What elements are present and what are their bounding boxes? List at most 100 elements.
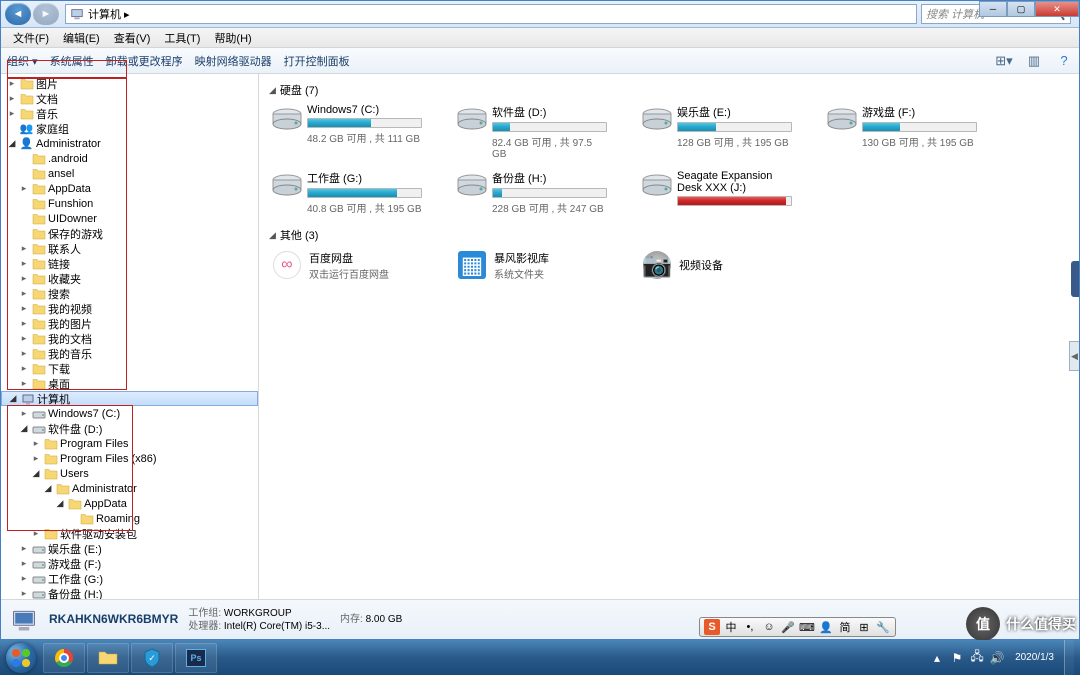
tree-item-links[interactable]: ▸链接 — [1, 256, 258, 271]
expand-icon[interactable]: ▸ — [31, 528, 41, 539]
menu-tools[interactable]: 工具(T) — [158, 28, 206, 48]
tree-item-users[interactable]: ◢Users — [1, 466, 258, 481]
expand-icon[interactable]: ▸ — [19, 558, 29, 569]
expand-icon[interactable]: ▸ — [31, 453, 41, 464]
tree-item-music[interactable]: ▸音乐 — [1, 106, 258, 121]
ime-settings-button[interactable]: 🔧 — [875, 619, 891, 635]
ime-lang-button[interactable]: 中 — [723, 619, 739, 635]
tray-network-icon[interactable]: 🖧 — [969, 650, 985, 666]
drive-item[interactable]: 工作盘 (G:)40.8 GB 可用 , 共 195 GB — [269, 168, 424, 217]
expand-icon[interactable]: ◢ — [43, 483, 53, 494]
maximize-button[interactable]: ▢ — [1007, 1, 1035, 17]
tree-item-softd[interactable]: ◢软件盘 (D:) — [1, 421, 258, 436]
expand-icon[interactable]: ▸ — [19, 363, 29, 374]
expand-icon[interactable]: ◢ — [7, 138, 17, 149]
expand-icon[interactable]: ▸ — [19, 333, 29, 344]
expand-icon[interactable]: ▸ — [19, 273, 29, 284]
tree-item-funshion[interactable]: Funshion — [1, 196, 258, 211]
drive-item[interactable]: 娱乐盘 (E:)128 GB 可用 , 共 195 GB — [639, 102, 794, 162]
start-button[interactable] — [0, 640, 42, 675]
tree-item-homegroup[interactable]: 👥家庭组 — [1, 121, 258, 136]
ime-punct-button[interactable]: •, — [742, 619, 758, 635]
show-desktop-button[interactable] — [1064, 640, 1074, 675]
menu-edit[interactable]: 编辑(E) — [57, 28, 106, 48]
expand-icon[interactable]: ◢ — [55, 498, 65, 509]
tree-item-documents[interactable]: ▸文档 — [1, 91, 258, 106]
expand-icon[interactable]: ▸ — [7, 108, 17, 119]
cmd-mapnet[interactable]: 映射网络驱动器 — [195, 53, 272, 69]
task-photoshop[interactable]: Ps — [175, 643, 217, 673]
side-tab[interactable] — [1071, 261, 1079, 297]
tree-item-administrator[interactable]: ◢👤Administrator — [1, 136, 258, 151]
task-chrome[interactable] — [43, 643, 85, 673]
nav-forward-button[interactable]: ► — [33, 3, 59, 25]
cmd-opencp[interactable]: 打开控制面板 — [284, 53, 350, 69]
tree-item-mypictures[interactable]: ▸我的图片 — [1, 316, 258, 331]
ime-keyboard-button[interactable]: ⌨ — [799, 619, 815, 635]
tree-item-appdata2[interactable]: ◢AppData — [1, 496, 258, 511]
tree-item-workg[interactable]: ▸工作盘 (G:) — [1, 571, 258, 586]
task-security[interactable]: ✓ — [131, 643, 173, 673]
tree-item-ente[interactable]: ▸娱乐盘 (E:) — [1, 541, 258, 556]
collapse-tab[interactable]: ◀ — [1069, 341, 1079, 371]
other-item[interactable]: ▦暴风影视库系统文件夹 — [454, 247, 609, 283]
ime-emoji-button[interactable]: ☺ — [761, 619, 777, 635]
tree-item-search[interactable]: ▸搜索 — [1, 286, 258, 301]
address-bar[interactable]: 计算机 ▸ — [65, 4, 917, 24]
tree-item-appdata[interactable]: ▸AppData — [1, 181, 258, 196]
expand-icon[interactable]: ▸ — [31, 438, 41, 449]
expand-icon[interactable]: ▸ — [19, 243, 29, 254]
expand-icon[interactable]: ◢ — [19, 423, 29, 434]
drive-item[interactable]: Seagate Expansion Desk XXX (J:) — [639, 168, 794, 217]
tree-item-gamef[interactable]: ▸游戏盘 (F:) — [1, 556, 258, 571]
close-button[interactable]: ✕ — [1035, 1, 1079, 17]
expand-icon[interactable]: ▸ — [19, 288, 29, 299]
expand-icon[interactable]: ▸ — [19, 303, 29, 314]
tree-item-admin2[interactable]: ◢Administrator — [1, 481, 258, 496]
expand-icon[interactable]: ▸ — [19, 543, 29, 554]
tree-item-roaming[interactable]: Roaming — [1, 511, 258, 526]
expand-icon[interactable]: ▸ — [19, 318, 29, 329]
tree-item-pictures[interactable]: ▸图片 — [1, 76, 258, 91]
tree-item-progfiles[interactable]: ▸Program Files — [1, 436, 258, 451]
tree-item-android[interactable]: .android — [1, 151, 258, 166]
task-explorer[interactable] — [87, 643, 129, 673]
expand-icon[interactable]: ▸ — [7, 78, 17, 89]
tree-item-uidowner[interactable]: UIDowner — [1, 211, 258, 226]
section-other[interactable]: ◢其他 (3) — [269, 227, 1069, 243]
nav-back-button[interactable]: ◄ — [5, 3, 31, 25]
expand-icon[interactable]: ◢ — [8, 393, 18, 404]
tree-item-savedgames[interactable]: 保存的游戏 — [1, 226, 258, 241]
expand-icon[interactable]: ▸ — [19, 348, 29, 359]
menu-file[interactable]: 文件(F) — [7, 28, 55, 48]
other-item[interactable]: 📷视频设备 — [639, 247, 794, 283]
tree-item-desktop[interactable]: ▸桌面 — [1, 376, 258, 391]
ime-tool-button[interactable]: 简 — [837, 619, 853, 635]
drive-item[interactable]: 备份盘 (H:)228 GB 可用 , 共 247 GB — [454, 168, 609, 217]
tree-item-backh[interactable]: ▸备份盘 (H:) — [1, 586, 258, 599]
expand-icon[interactable]: ▸ — [19, 408, 29, 419]
expand-icon[interactable]: ▸ — [19, 573, 29, 584]
expand-icon[interactable]: ▸ — [19, 183, 29, 194]
minimize-button[interactable]: ─ — [979, 1, 1007, 17]
clock[interactable]: 2020/1/3 — [1009, 652, 1060, 664]
tree-item-progfiles86[interactable]: ▸Program Files (x86) — [1, 451, 258, 466]
tree-item-contacts[interactable]: ▸联系人 — [1, 241, 258, 256]
cmd-uninstall[interactable]: 卸载或更改程序 — [106, 53, 183, 69]
tree-item-computer[interactable]: ◢计算机 — [1, 391, 258, 406]
expand-icon[interactable]: ◢ — [31, 468, 41, 479]
cmd-organize[interactable]: 组织 ▾ — [7, 53, 38, 69]
tree-item-mymusic[interactable]: ▸我的音乐 — [1, 346, 258, 361]
cmd-sysprops[interactable]: 系统属性 — [50, 53, 94, 69]
tree-item-ansel[interactable]: ansel — [1, 166, 258, 181]
tree-item-mydocs[interactable]: ▸我的文档 — [1, 331, 258, 346]
menu-view[interactable]: 查看(V) — [108, 28, 157, 48]
ime-toolbar[interactable]: S 中 •, ☺ 🎤 ⌨ 👤 简 ⊞ 🔧 — [699, 617, 896, 637]
tray-flag-icon[interactable]: ⚑ — [949, 650, 965, 666]
drive-item[interactable]: 游戏盘 (F:)130 GB 可用 , 共 195 GB — [824, 102, 979, 162]
drive-item[interactable]: Windows7 (C:)48.2 GB 可用 , 共 111 GB — [269, 102, 424, 162]
tree-item-drvpack[interactable]: ▸软件驱动安装包 — [1, 526, 258, 541]
drive-item[interactable]: 软件盘 (D:)82.4 GB 可用 , 共 97.5 GB — [454, 102, 609, 162]
tree-item-favorites[interactable]: ▸收藏夹 — [1, 271, 258, 286]
tray-up-icon[interactable]: ▴ — [929, 650, 945, 666]
